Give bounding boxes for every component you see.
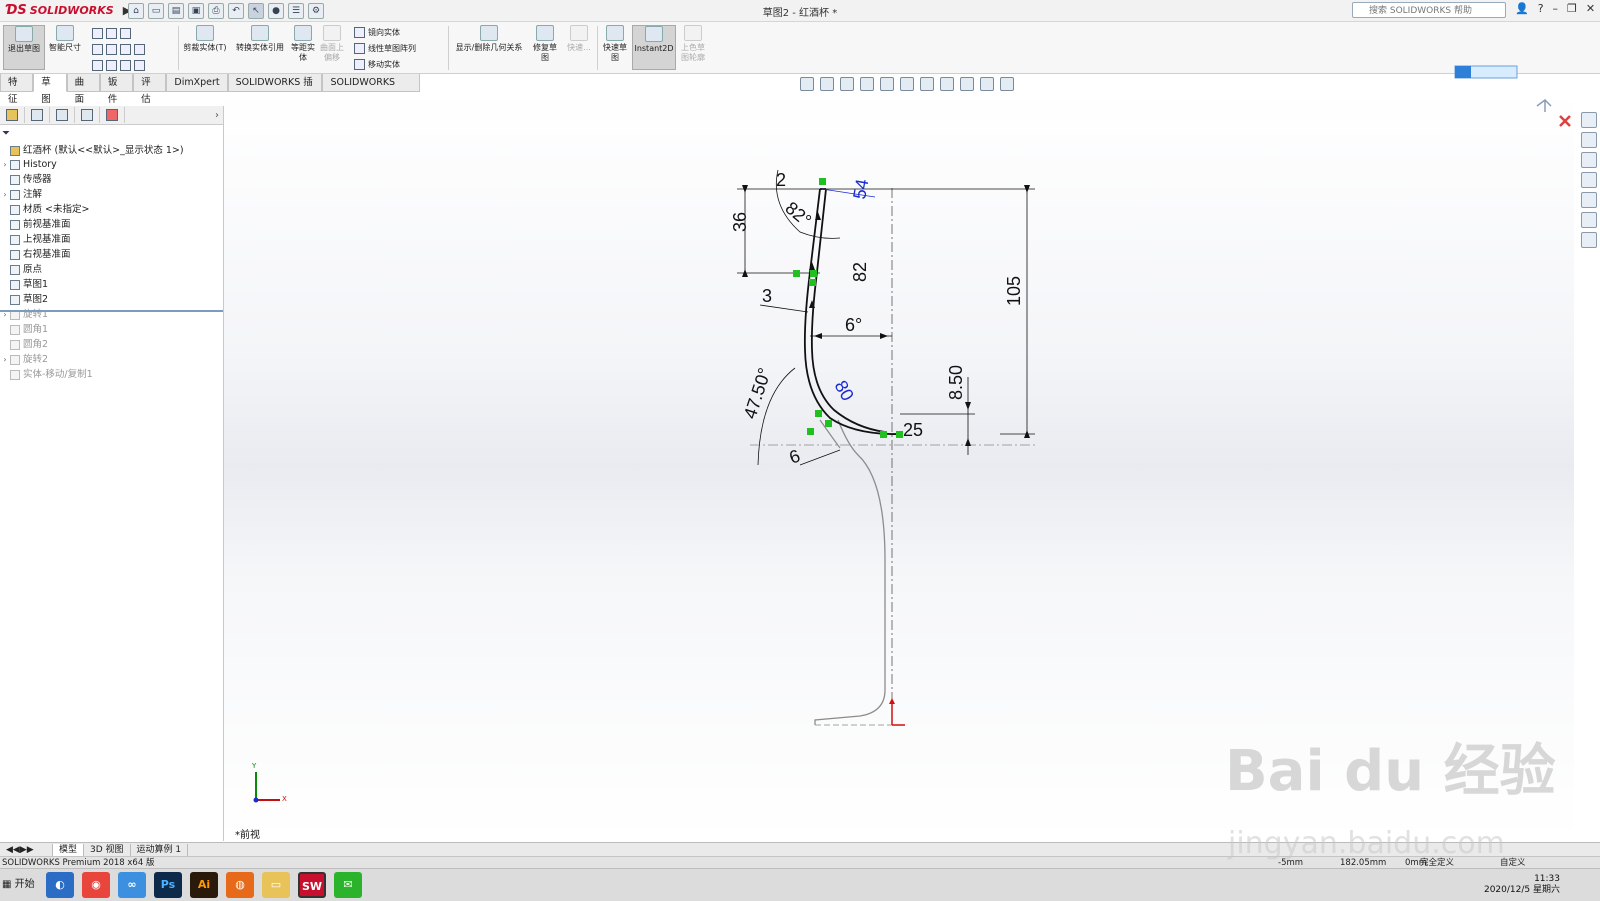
- dimension-arrows: [742, 185, 1030, 446]
- view-palette-icon[interactable]: [1581, 172, 1597, 188]
- start-button[interactable]: ▦ 开始: [2, 875, 35, 890]
- exit-sketch-check-icon[interactable]: [1536, 99, 1552, 112]
- chrome-icon[interactable]: ◉: [82, 872, 110, 898]
- dimension-label[interactable]: 47.50°: [740, 365, 775, 421]
- solidworks-taskbar-icon[interactable]: SW: [298, 872, 326, 898]
- forum-icon[interactable]: [1581, 232, 1597, 248]
- stem-profile[interactable]: [814, 419, 886, 725]
- watermark-url: jingyan.baidu.com: [1228, 826, 1505, 861]
- wechat-icon[interactable]: ✉: [334, 872, 362, 898]
- system-clock[interactable]: 11:33 2020/12/5 星期六: [1484, 874, 1560, 896]
- appearances-icon[interactable]: [1581, 192, 1597, 208]
- illustrator-icon[interactable]: Ai: [190, 872, 218, 898]
- file-explorer-icon[interactable]: [1581, 152, 1597, 168]
- windows-taskbar: ▦ 开始 ◐ ◉ ∞ Ps Ai ◍ ▭ SW ✉ 11:33 2020/12/…: [0, 868, 1600, 901]
- tab-motion-study[interactable]: 运动算例 1: [131, 843, 189, 856]
- origin-icon[interactable]: [889, 698, 905, 726]
- photoshop-icon[interactable]: Ps: [154, 872, 182, 898]
- dimension-label[interactable]: 6: [787, 446, 803, 468]
- dimension-label[interactable]: 2: [776, 170, 786, 190]
- tab-model[interactable]: 模型: [53, 843, 85, 856]
- triad-y-label: Y: [252, 762, 257, 770]
- folder-icon[interactable]: ▭: [262, 872, 290, 898]
- solidworks-resources-icon[interactable]: [1581, 112, 1597, 128]
- dimension-label[interactable]: 25: [903, 420, 923, 440]
- dimension-label[interactable]: 82: [850, 262, 870, 282]
- tab-3d-views[interactable]: 3D 视图: [84, 843, 131, 856]
- view-name: *前视: [235, 830, 260, 841]
- dimension-label[interactable]: 3: [762, 286, 772, 306]
- browser-icon[interactable]: ◐: [46, 872, 74, 898]
- tab-scroll-arrows[interactable]: ◀◀▶▶: [0, 843, 53, 856]
- custom-properties-icon[interactable]: [1581, 212, 1597, 228]
- baidu-netdisk-icon[interactable]: ∞: [118, 872, 146, 898]
- dimension-label[interactable]: 105: [1004, 276, 1024, 306]
- view-triad: [253, 772, 280, 803]
- dimension-label[interactable]: 8.50: [946, 365, 966, 400]
- dimension-lines: [737, 169, 1035, 466]
- design-library-icon[interactable]: [1581, 132, 1597, 148]
- dimension-label[interactable]: 6°: [845, 315, 862, 335]
- dimension-label[interactable]: 54: [849, 177, 872, 200]
- confirmation-corner[interactable]: [1536, 99, 1571, 127]
- dimension-label[interactable]: 36: [730, 212, 750, 232]
- cancel-sketch-icon[interactable]: [1559, 115, 1571, 127]
- firefox-icon[interactable]: ◍: [226, 872, 254, 898]
- dimension-label[interactable]: 80: [831, 377, 858, 404]
- collab-icon[interactable]: [1455, 66, 1471, 78]
- triad-x-label: X: [282, 795, 287, 803]
- dimension-label[interactable]: 82°: [781, 198, 815, 231]
- task-pane: [1578, 112, 1600, 262]
- dimension-labels: 2 82° 54 36 82 3 6° 105 80 8.50 47.50° 25 6: [730, 170, 1024, 468]
